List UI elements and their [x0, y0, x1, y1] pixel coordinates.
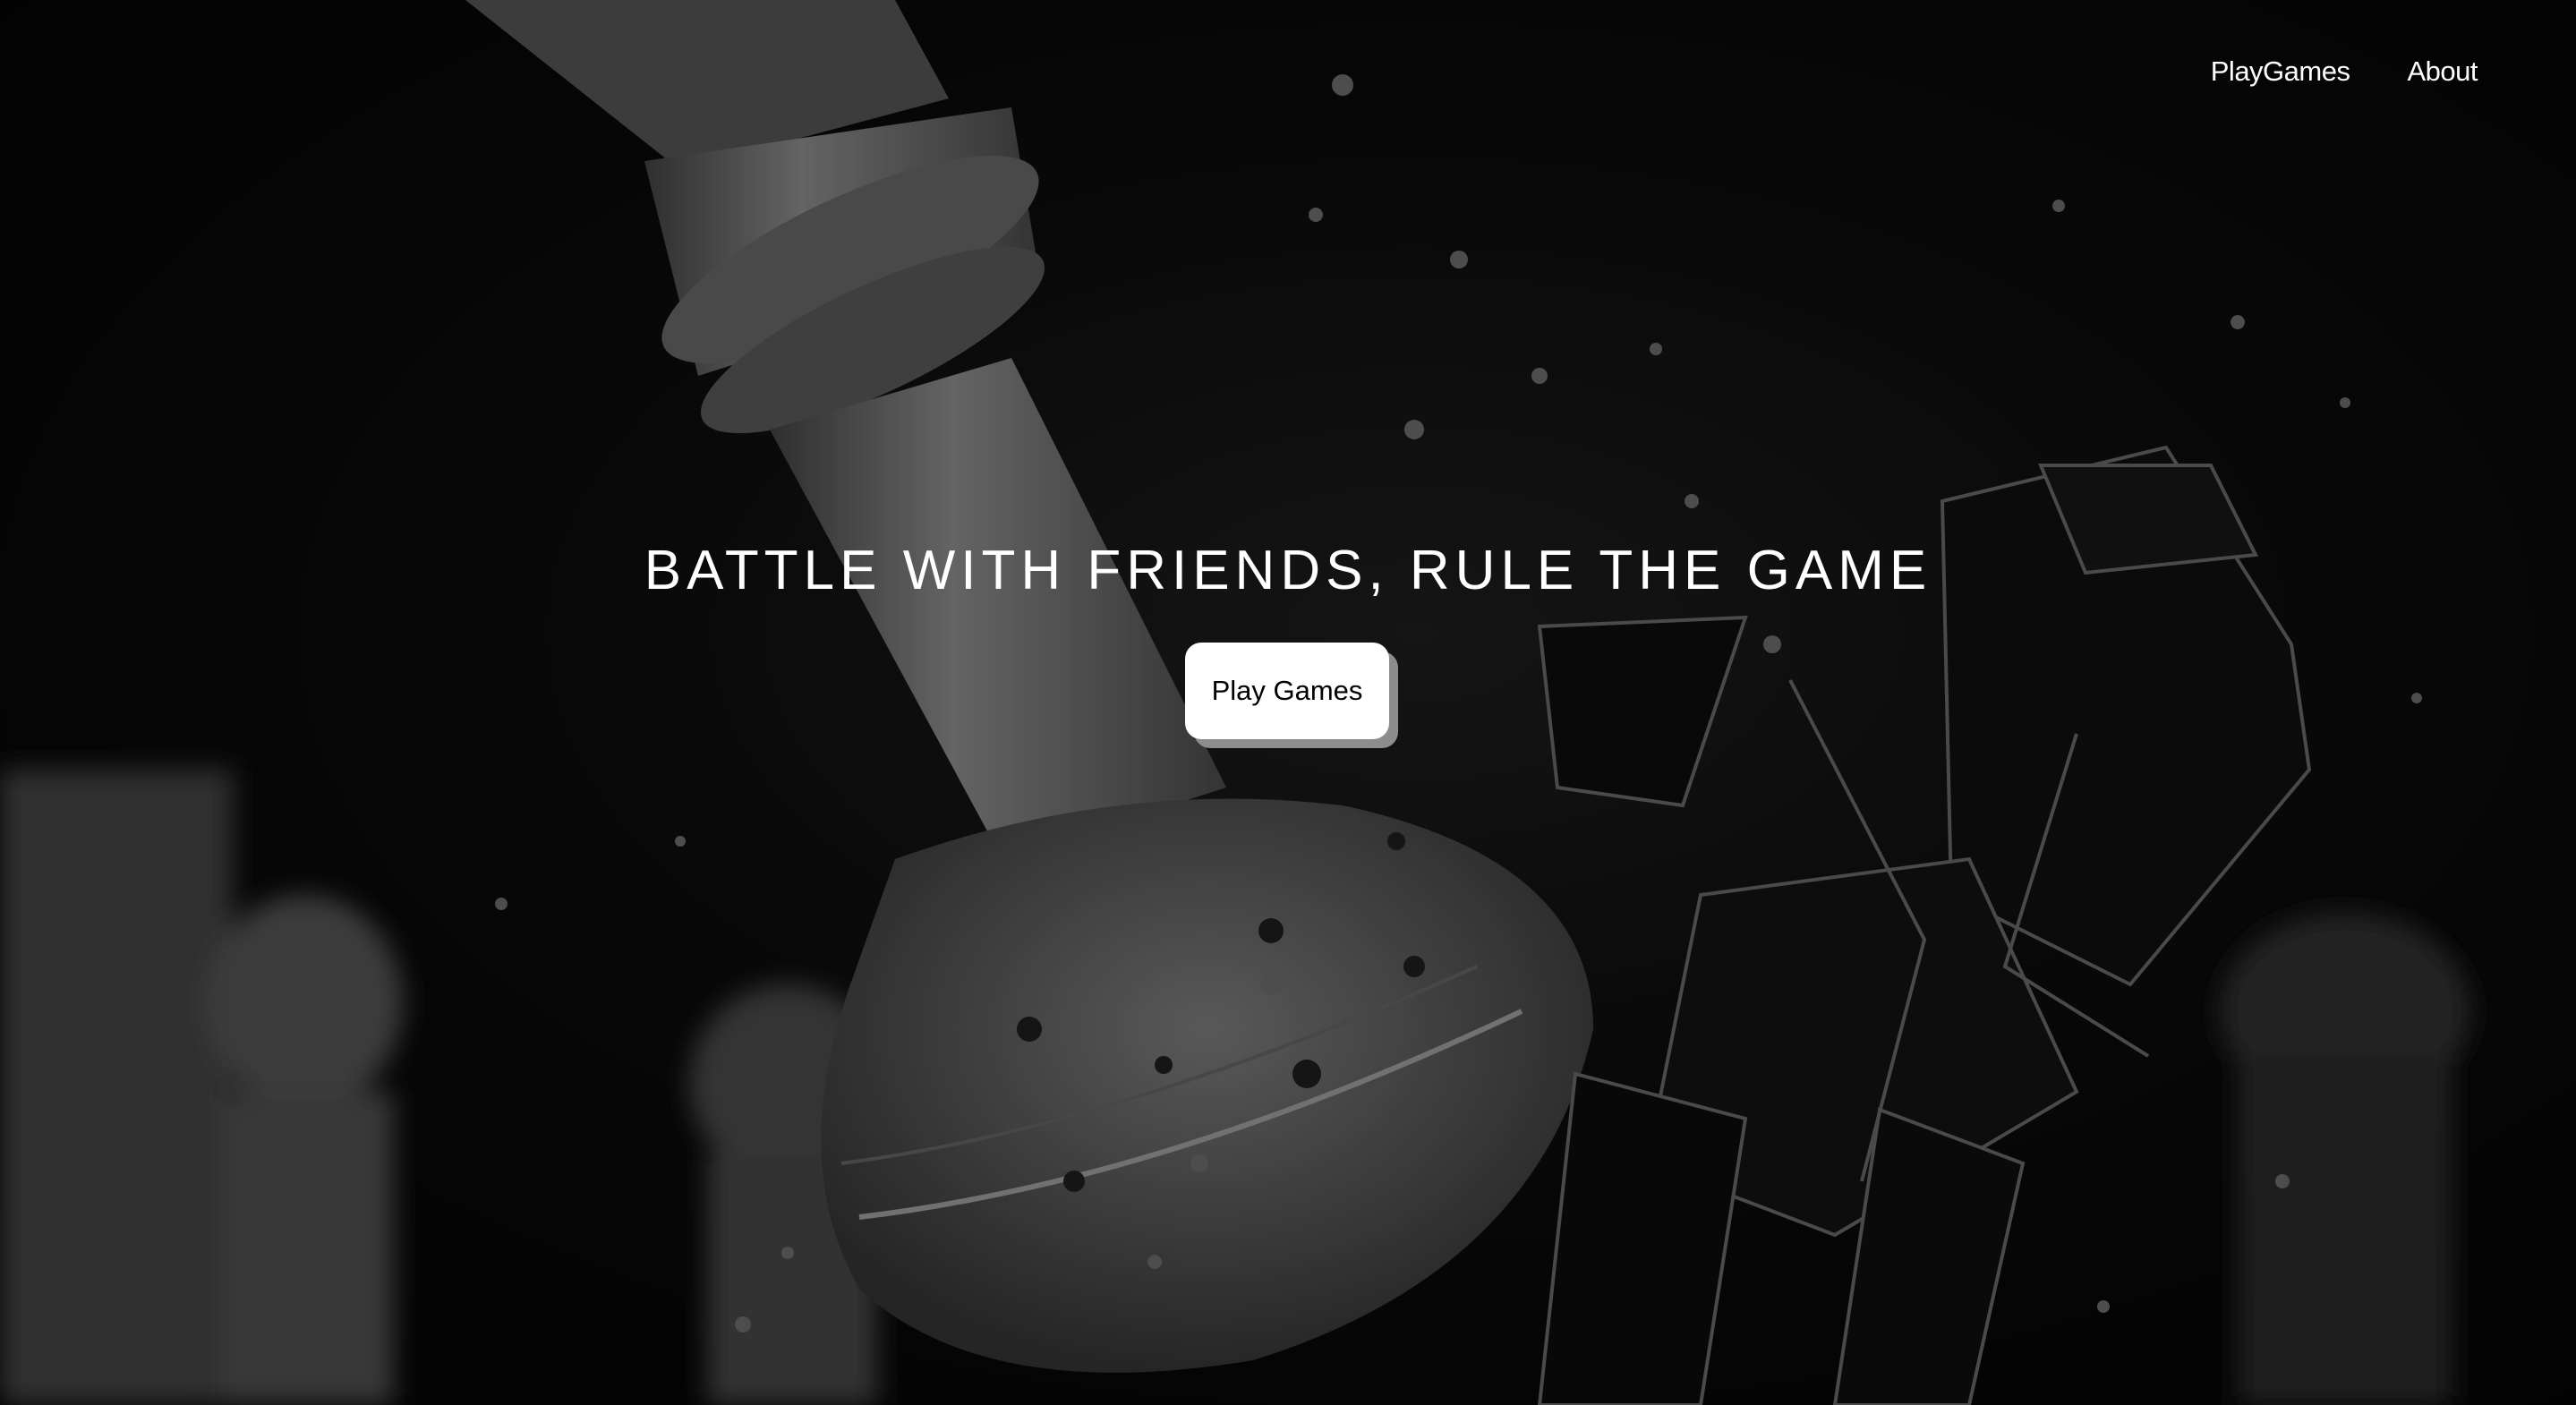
cta-container: Play Games [1185, 643, 1389, 739]
hero-section: PlayGames About BATTLE WITH FRIENDS, RUL… [0, 0, 2576, 1405]
nav-playgames-link[interactable]: PlayGames [2211, 55, 2350, 88]
play-games-button[interactable]: Play Games [1185, 643, 1389, 739]
hero-title: BATTLE WITH FRIENDS, RULE THE GAME [644, 540, 1932, 601]
nav-about-link[interactable]: About [2407, 55, 2478, 88]
top-navigation: PlayGames About [2211, 55, 2478, 88]
